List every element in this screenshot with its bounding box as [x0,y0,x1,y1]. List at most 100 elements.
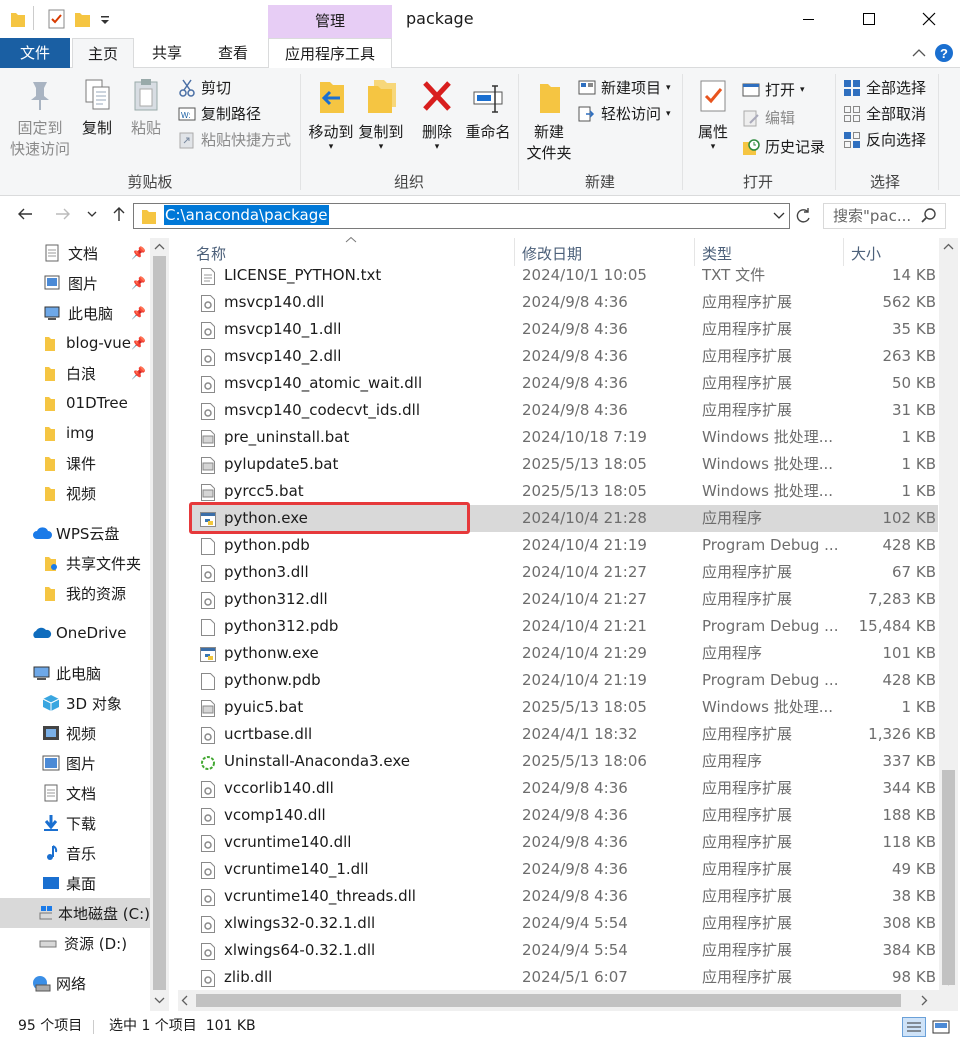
nav-item-this-pc-root[interactable]: 此电脑 [0,658,150,688]
file-row[interactable]: pylupdate5.bat 2025/5/13 18:05 Windows 批处理… [190,451,938,478]
refresh-icon[interactable] [793,205,813,227]
nav-item-shared-folder[interactable]: 共享文件夹 [0,548,150,578]
paste-shortcut-button[interactable]: 粘贴快捷方式 [178,128,291,152]
file-row[interactable]: python3.dll 2024/10/4 21:27 应用程序扩展 67 KB [190,559,938,586]
file-row[interactable]: xlwings64-0.32.1.dll 2024/9/4 5:54 应用程序扩展 3… [190,937,938,964]
file-row[interactable]: msvcp140_codecvt_ids.dll 2024/9/8 4:36 应用程… [190,397,938,424]
close-button[interactable] [906,0,952,38]
file-row[interactable]: msvcp140_1.dll 2024/9/8 4:36 应用程序扩展 35 KB [190,316,938,343]
nav-item-3d-objects[interactable]: 3D 对象 [0,688,150,718]
copy-button[interactable]: 复制 [76,78,118,139]
collapse-ribbon-icon[interactable] [912,47,926,59]
file-row[interactable]: pythonw.pdb 2024/10/4 21:19 Program Debug … [190,667,938,694]
help-icon[interactable]: ? [934,43,954,63]
file-row[interactable]: msvcp140.dll 2024/9/8 4:36 应用程序扩展 562 KB [190,289,938,316]
nav-item-downloads[interactable]: 下载 [0,808,150,838]
address-path[interactable]: C:\anaconda\package [164,205,329,225]
pin-quick-access-button[interactable]: 固定到 快速访问 [8,78,72,160]
rename-button[interactable]: 重命名 [462,78,514,143]
file-row[interactable]: vcruntime140_threads.dll 2024/9/8 4:36 应用程… [190,883,938,910]
nav-item-courseware[interactable]: 课件 [0,448,150,478]
file-row[interactable]: vcruntime140_1.dll 2024/9/8 4:36 应用程序扩展 49 … [190,856,938,883]
nav-item-music[interactable]: 音乐 [0,838,150,868]
chevron-down-icon[interactable] [772,208,786,222]
scroll-up-arrow-icon[interactable] [154,243,165,251]
chevron-down-icon[interactable] [99,8,111,30]
nav-scrollbar-thumb[interactable] [153,256,166,990]
invert-selection-button[interactable]: 反向选择 [843,128,926,152]
back-button[interactable] [14,205,36,227]
forward-button[interactable] [52,205,74,227]
nav-item-pictures[interactable]: 图片 📌 [0,268,150,298]
manage-tab[interactable]: 管理 [268,5,392,38]
file-row[interactable]: pyrcc5.bat 2025/5/13 18:05 Windows 批处理... 1… [190,478,938,505]
scroll-left-arrow-icon[interactable] [181,995,189,1006]
file-row[interactable]: zlib.dll 2024/5/1 6:07 应用程序扩展 98 KB [190,964,938,991]
tab-home[interactable]: 主页 [72,38,134,69]
recent-locations-button[interactable] [84,205,100,227]
nav-item-drive-d[interactable]: 资源 (D:) [0,928,150,958]
cut-button[interactable]: 剪切 [178,76,231,100]
file-row[interactable]: LICENSE_PYTHON.txt 2024/10/1 10:05 TXT 文件 1… [190,262,938,289]
nav-item-documents-pc[interactable]: 文档 [0,778,150,808]
select-all-button[interactable]: 全部选择 [843,76,926,100]
new-item-button[interactable]: 新建项目 ▾ [578,76,671,100]
file-row[interactable]: pre_uninstall.bat 2024/10/18 7:19 Windows … [190,424,938,451]
large-icons-view-button[interactable] [930,1017,952,1037]
nav-item-desktop[interactable]: 桌面 [0,868,150,898]
new-folder-button[interactable]: 新建 文件夹 [524,78,574,164]
file-row[interactable]: python312.pdb 2024/10/4 21:21 Program Debu… [190,613,938,640]
minimize-button[interactable] [786,0,832,38]
vertical-scrollbar-thumb[interactable] [942,770,955,985]
search-icon[interactable] [921,208,937,224]
file-row[interactable]: msvcp140_2.dll 2024/9/8 4:36 应用程序扩展 263 KB [190,343,938,370]
nav-item-network[interactable]: 网络 [0,968,150,998]
nav-item-pictures-pc[interactable]: 图片 [0,748,150,778]
select-none-button[interactable]: 全部取消 [843,102,926,126]
file-row[interactable]: pythonw.exe 2024/10/4 21:29 应用程序 101 KB [190,640,938,667]
delete-button[interactable]: 删除 ▾ [416,78,458,152]
tab-share[interactable]: 共享 [138,38,196,68]
nav-item-01dtree[interactable]: 01DTree [0,388,150,418]
open-button[interactable]: 打开 ▾ [742,78,805,102]
scroll-up-arrow-icon[interactable] [943,243,954,251]
maximize-button[interactable] [846,0,892,38]
details-view-button[interactable] [902,1017,926,1037]
file-row[interactable]: vccorlib140.dll 2024/9/8 4:36 应用程序扩展 344 KB [190,775,938,802]
nav-item-wps-cloud[interactable]: WPS云盘 [0,518,150,548]
nav-item-my-resources[interactable]: 我的资源 [0,578,150,608]
file-row[interactable]: xlwings32-0.32.1.dll 2024/9/4 5:54 应用程序扩展 3… [190,910,938,937]
edit-button[interactable]: 编辑 [742,106,795,130]
file-row[interactable]: vcruntime140.dll 2024/9/8 4:36 应用程序扩展 118 K… [190,829,938,856]
history-button[interactable]: 历史记录 [742,135,825,159]
scroll-right-arrow-icon[interactable] [920,995,928,1006]
nav-item-blog-vue[interactable]: blog-vue 📌 [0,328,150,358]
file-row[interactable]: msvcp140_atomic_wait.dll 2024/9/8 4:36 应用程… [190,370,938,397]
copy-path-button[interactable]: W: 复制路径 [178,102,261,126]
up-button[interactable] [108,205,130,227]
folder-icon[interactable] [10,8,26,30]
file-row[interactable]: pyuic5.bat 2025/5/13 18:05 Windows 批处理... 1… [190,694,938,721]
easy-access-button[interactable]: 轻松访问 ▾ [578,102,671,126]
tab-view[interactable]: 查看 [204,38,262,68]
file-row[interactable]: ucrtbase.dll 2024/4/1 18:32 应用程序扩展 1,326 KB [190,721,938,748]
tab-app-tools[interactable]: 应用程序工具 [268,38,392,68]
paste-button[interactable]: 粘贴 [125,78,167,139]
file-row[interactable]: python312.dll 2024/10/4 21:27 应用程序扩展 7,283 … [190,586,938,613]
nav-item-this-pc[interactable]: 此电脑 📌 [0,298,150,328]
horizontal-scrollbar-thumb[interactable] [196,994,901,1007]
nav-item-documents[interactable]: 文档 📌 [0,238,150,268]
new-folder-icon[interactable] [74,8,92,30]
nav-scrollbar[interactable] [150,238,169,1011]
nav-item-local-disk-c[interactable]: 本地磁盘 (C:) [0,898,150,928]
file-row[interactable]: python.pdb 2024/10/4 21:19 Program Debug .… [190,532,938,559]
nav-item-videos-folder[interactable]: 视频 [0,478,150,508]
tab-file[interactable]: 文件 [0,38,70,68]
nav-item-videos[interactable]: 视频 [0,718,150,748]
nav-item-img[interactable]: img [0,418,150,448]
properties-button[interactable]: 属性 ▾ [690,78,736,152]
move-to-button[interactable]: 移动到 ▾ [306,78,356,152]
file-row[interactable]: Uninstall-Anaconda3.exe 2025/5/13 18:06 应用… [190,748,938,775]
copy-to-button[interactable]: 复制到 ▾ [356,78,406,152]
nav-item-bailang[interactable]: 白浪 📌 [0,358,150,388]
